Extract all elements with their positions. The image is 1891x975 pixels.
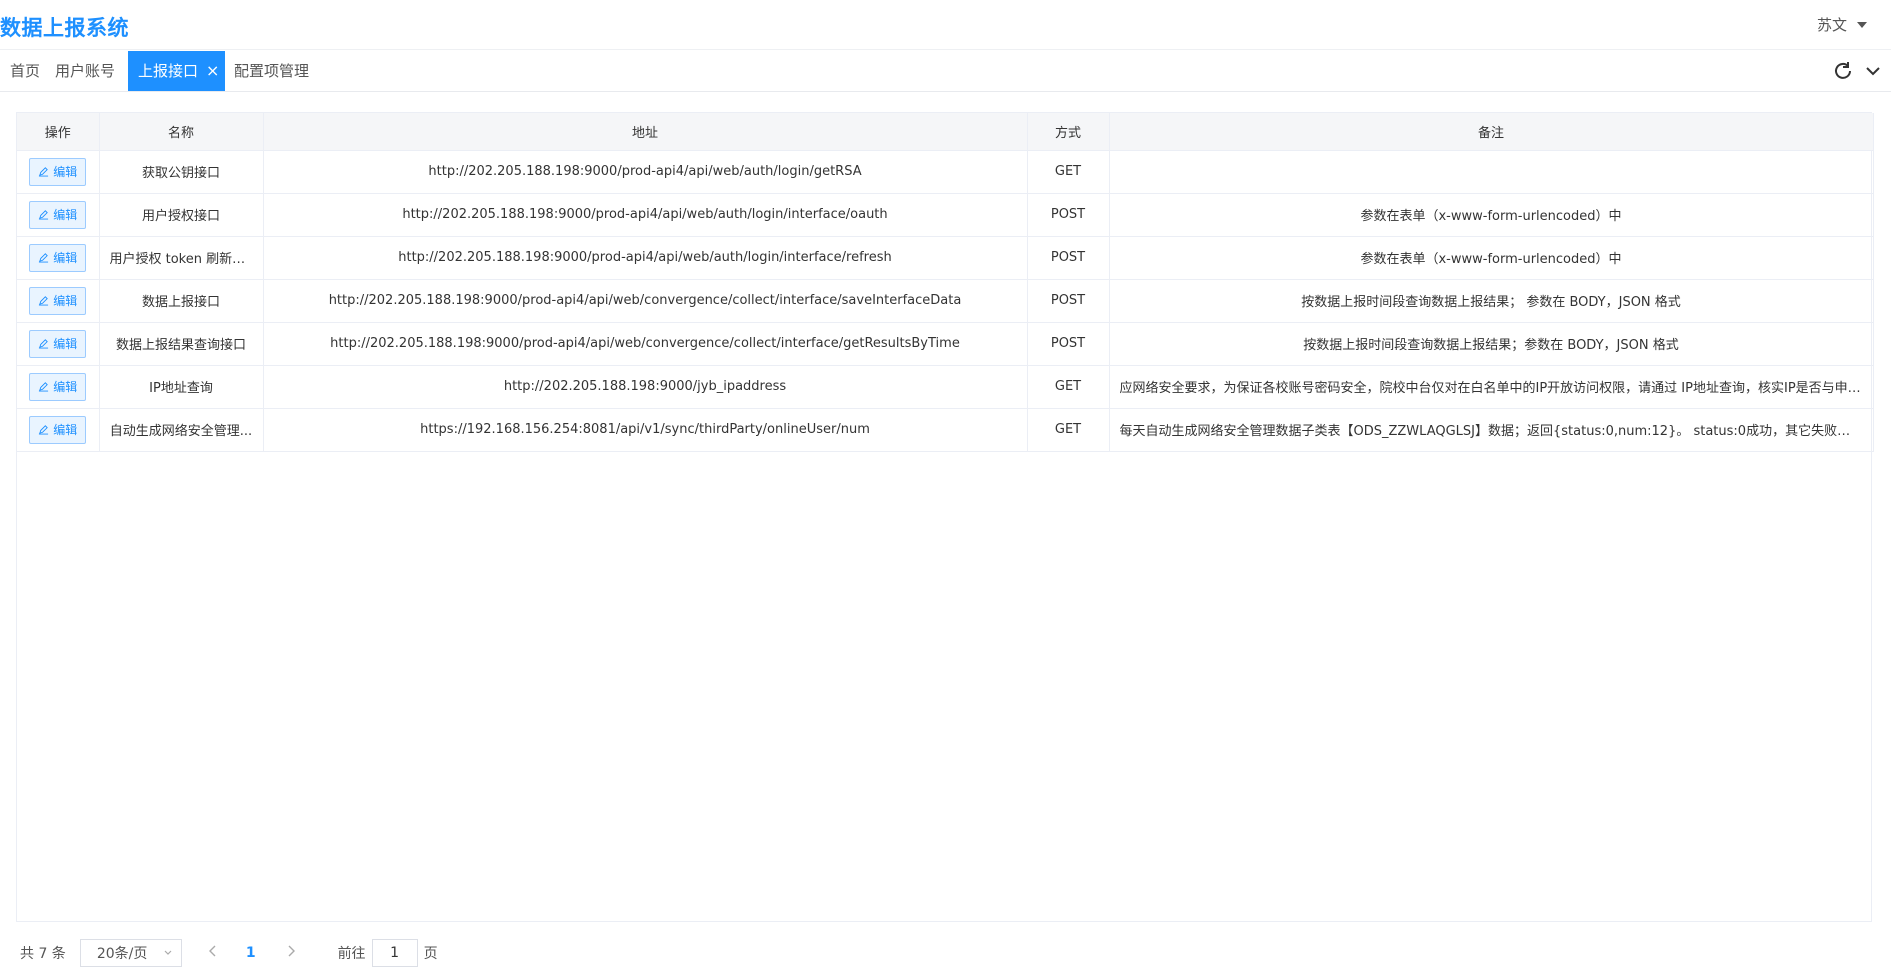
edit-icon bbox=[39, 296, 49, 306]
caret-down-icon bbox=[1857, 21, 1867, 28]
table-row: 编辑 用户授权接口 http://202.205.188.198:9000/prod… bbox=[17, 193, 1874, 237]
edit-button[interactable]: 编辑 bbox=[29, 157, 87, 186]
cell-name: 自动生成网络安全管理... bbox=[99, 408, 264, 452]
app-header: 数据上报系统 苏文 bbox=[0, 0, 1891, 50]
chevron-left-icon bbox=[208, 945, 216, 957]
edit-icon bbox=[39, 382, 49, 392]
cell-note: 参数在表单（x-www-form-urlencoded）中 bbox=[1109, 193, 1874, 237]
cell-name: 获取公钥接口 bbox=[99, 150, 264, 194]
table-row: 编辑 用户授权 token 刷新接口 http://202.205.188.198:… bbox=[17, 236, 1874, 280]
cell-method: POST bbox=[1027, 322, 1110, 366]
cell-method: POST bbox=[1027, 193, 1110, 237]
cell-url: http://202.205.188.198:9000/prod-api4/ap… bbox=[263, 279, 1028, 323]
cell-name: IP地址查询 bbox=[99, 365, 264, 409]
tab-report-interfaces[interactable]: 上报接口 × bbox=[128, 51, 225, 91]
tab-tools bbox=[1833, 61, 1883, 81]
cell-note: 应网络安全要求，为保证各校账号密码安全，院校中台仅对在白名单中的IP开放访问权限… bbox=[1109, 365, 1874, 409]
page-number[interactable]: 1 bbox=[246, 945, 256, 961]
user-name: 苏文 bbox=[1816, 16, 1847, 34]
cell-action: 编辑 bbox=[17, 193, 100, 237]
cell-name: 数据上报结果查询接口 bbox=[99, 322, 264, 366]
edit-button[interactable]: 编辑 bbox=[29, 372, 87, 401]
goto-prefix: 前往 bbox=[337, 946, 366, 962]
cell-url: http://202.205.188.198:9000/jyb_ipaddres… bbox=[263, 365, 1028, 409]
cell-action: 编辑 bbox=[17, 365, 100, 409]
header-url: 地址 bbox=[263, 113, 1028, 151]
edit-icon bbox=[39, 210, 49, 220]
cell-action: 编辑 bbox=[17, 279, 100, 323]
app-title: 数据上报系统 bbox=[0, 16, 129, 40]
table-row: 编辑 自动生成网络安全管理... https://192.168.156.254:8… bbox=[17, 408, 1874, 452]
goto-suffix: 页 bbox=[423, 946, 438, 962]
cell-name: 用户授权 token 刷新接口 bbox=[99, 236, 264, 280]
cell-action: 编辑 bbox=[17, 408, 100, 452]
user-menu[interactable]: 苏文 bbox=[1817, 14, 1867, 35]
cell-note: 参数在表单（x-www-form-urlencoded）中 bbox=[1109, 236, 1874, 280]
edit-icon bbox=[39, 253, 49, 263]
edit-button[interactable]: 编辑 bbox=[29, 243, 87, 272]
chevron-right-icon bbox=[288, 945, 295, 957]
edit-button[interactable]: 编辑 bbox=[29, 286, 87, 315]
edit-button[interactable]: 编辑 bbox=[29, 329, 87, 358]
tab-user-accounts[interactable]: 用户账号 bbox=[45, 51, 125, 91]
table-row: 编辑 IP地址查询 http://202.205.188.198:9000/jyb_… bbox=[17, 365, 1874, 409]
table-header-row: 操作 名称 地址 方式 备注 bbox=[17, 113, 1874, 151]
total-count: 共 7 条 bbox=[20, 946, 66, 962]
interfaces-table: 操作 名称 地址 方式 备注 编辑 获取公钥接口 http://202.205.18… bbox=[17, 113, 1874, 452]
chevron-down-icon bbox=[164, 950, 172, 955]
cell-method: POST bbox=[1027, 279, 1110, 323]
cell-action: 编辑 bbox=[17, 322, 100, 366]
cell-url: http://202.205.188.198:9000/prod-api4/ap… bbox=[263, 322, 1028, 366]
goto-page-input[interactable] bbox=[371, 939, 418, 967]
cell-method: GET bbox=[1027, 150, 1110, 194]
header-name: 名称 bbox=[99, 113, 264, 151]
edit-icon bbox=[39, 167, 49, 177]
header-action: 操作 bbox=[17, 113, 100, 151]
table-row: 编辑 获取公钥接口 http://202.205.188.198:9000/prod… bbox=[17, 150, 1874, 194]
cell-url: http://202.205.188.198:9000/prod-api4/ap… bbox=[263, 236, 1028, 280]
cell-method: GET bbox=[1027, 365, 1110, 409]
cell-action: 编辑 bbox=[17, 236, 100, 280]
table-row: 编辑 数据上报接口 http://202.205.188.198:9000/prod… bbox=[17, 279, 1874, 323]
cell-note bbox=[1109, 150, 1874, 194]
cell-method: POST bbox=[1027, 236, 1110, 280]
chevron-down-icon[interactable] bbox=[1863, 61, 1883, 81]
cell-name: 用户授权接口 bbox=[99, 193, 264, 237]
tab-bar: 首页 用户账号 上报接口 × 配置项管理 bbox=[0, 51, 1891, 92]
header-method: 方式 bbox=[1027, 113, 1110, 151]
close-icon[interactable]: × bbox=[206, 61, 219, 80]
pagination: 共 7 条 20条/页 1 前往 页 bbox=[20, 938, 438, 968]
cell-method: GET bbox=[1027, 408, 1110, 452]
cell-url: https://192.168.156.254:8081/api/v1/sync… bbox=[263, 408, 1028, 452]
page-size-select[interactable]: 20条/页 bbox=[79, 939, 182, 967]
prev-page-button[interactable] bbox=[200, 945, 226, 961]
cell-url: http://202.205.188.198:9000/prod-api4/ap… bbox=[263, 150, 1028, 194]
interfaces-table-panel: 操作 名称 地址 方式 备注 编辑 获取公钥接口 http://202.205.18… bbox=[16, 112, 1874, 922]
cell-name: 数据上报接口 bbox=[99, 279, 264, 323]
refresh-icon[interactable] bbox=[1833, 61, 1853, 81]
next-page-button[interactable] bbox=[278, 945, 304, 961]
cell-note: 按数据上报时间段查询数据上报结果；参数在 BODY，JSON 格式 bbox=[1109, 322, 1874, 366]
cell-note: 按数据上报时间段查询数据上报结果； 参数在 BODY，JSON 格式 bbox=[1109, 279, 1874, 323]
header-note: 备注 bbox=[1109, 113, 1874, 151]
edit-button[interactable]: 编辑 bbox=[29, 415, 87, 444]
edit-button[interactable]: 编辑 bbox=[29, 200, 87, 229]
cell-url: http://202.205.188.198:9000/prod-api4/ap… bbox=[263, 193, 1028, 237]
cell-note: 每天自动生成网络安全管理数据子类表【ODS_ZZWLAQGLSJ】数据；返回{s… bbox=[1109, 408, 1874, 452]
cell-action: 编辑 bbox=[17, 150, 100, 194]
table-row: 编辑 数据上报结果查询接口 http://202.205.188.198:9000/… bbox=[17, 322, 1874, 366]
tab-home[interactable]: 首页 bbox=[0, 51, 50, 91]
edit-icon bbox=[39, 339, 49, 349]
edit-icon bbox=[39, 425, 49, 435]
tab-config-management[interactable]: 配置项管理 bbox=[224, 51, 319, 91]
